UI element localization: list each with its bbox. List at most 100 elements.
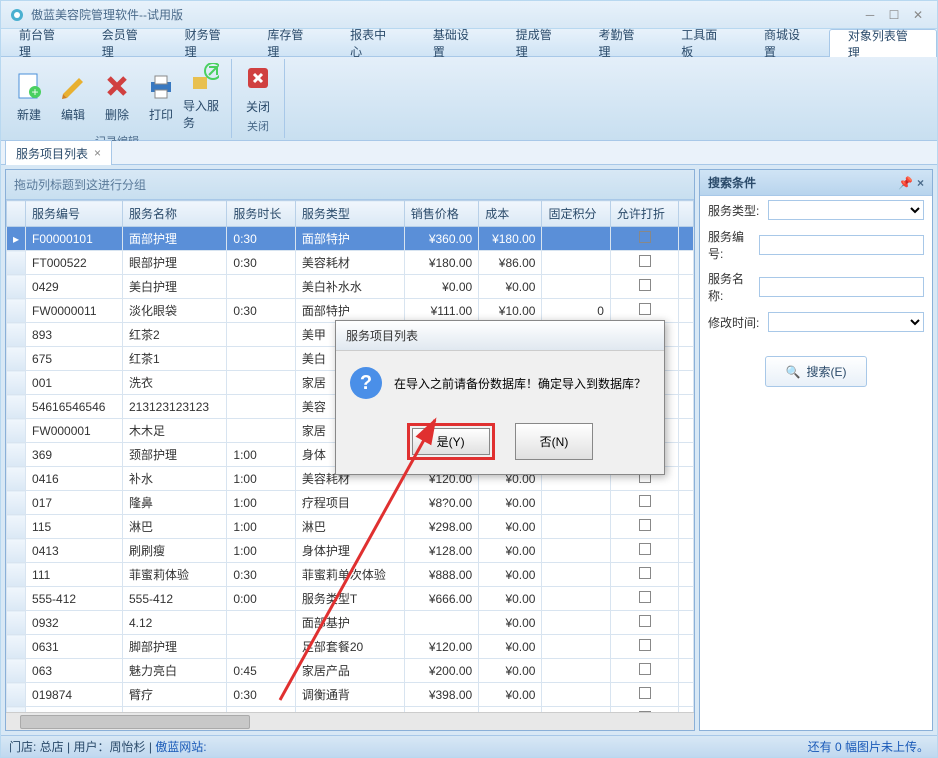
table-row[interactable]: 115淋巴1:00淋巴¥298.00¥0.00 (7, 515, 694, 539)
column-header[interactable]: 允许打折 (610, 201, 678, 227)
table-row[interactable]: 111菲蜜莉体验0:30菲蜜莉单次体验¥888.00¥0.00 (7, 563, 694, 587)
cell: ¥0.00 (479, 515, 542, 539)
checkbox[interactable] (639, 639, 651, 651)
cell: 001 (26, 371, 123, 395)
cell: 足部套餐20 (295, 635, 404, 659)
table-row[interactable]: 555-412555-4120:00服务类型T¥666.00¥0.00 (7, 587, 694, 611)
menu-2[interactable]: 财务管理 (167, 29, 250, 56)
menu-0[interactable]: 前台管理 (1, 29, 84, 56)
field-text[interactable] (759, 277, 924, 297)
row-indicator (7, 443, 26, 467)
cell: 美白补水水 (295, 275, 404, 299)
no-button[interactable]: 否(N) (515, 423, 594, 460)
ribbon-close-button[interactable]: 关闭 (236, 61, 280, 116)
checkbox[interactable] (639, 495, 651, 507)
row-indicator (7, 371, 26, 395)
cell: 555-412 (122, 587, 226, 611)
ribbon-delete-button[interactable]: 删除 (95, 61, 139, 131)
column-header[interactable]: 固定积分 (542, 201, 610, 227)
checkbox[interactable] (639, 567, 651, 579)
ribbon-print-button[interactable]: 打印 (139, 61, 183, 131)
panel-close-icon[interactable]: × (917, 176, 924, 190)
menu-10[interactable]: 对象列表管理 (829, 29, 937, 57)
cell (542, 227, 610, 251)
status-store: 门店: 总店 (9, 740, 64, 754)
status-website-link[interactable]: 傲蓝网站: (155, 740, 206, 754)
table-row[interactable]: FW0000011淡化眼袋0:30面部特护¥111.00¥10.000 (7, 299, 694, 323)
checkbox[interactable] (639, 255, 651, 267)
cell: ¥128.00 (404, 539, 478, 563)
menu-7[interactable]: 考勤管理 (580, 29, 663, 56)
table-row[interactable]: 017隆鼻1:00疗程项目¥8?0.00¥0.00 (7, 491, 694, 515)
cell (610, 659, 678, 683)
row-indicator (7, 659, 26, 683)
ribbon-new-button[interactable]: +新建 (7, 61, 51, 131)
checkbox[interactable] (639, 519, 651, 531)
table-row[interactable]: 0429美白护理美白补水水¥0.00¥0.00 (7, 275, 694, 299)
status-upload-info[interactable]: 还有 0 幅图片未上传。 (808, 738, 929, 755)
column-header[interactable]: 销售价格 (404, 201, 478, 227)
checkbox[interactable] (639, 231, 651, 243)
cell: ¥0.00 (479, 275, 542, 299)
field-select[interactable] (768, 312, 924, 332)
column-header[interactable]: 服务名称 (122, 201, 226, 227)
column-header[interactable]: 服务时长 (227, 201, 295, 227)
ribbon-import-button[interactable]: 导入服务 (183, 61, 227, 131)
menu-8[interactable]: 工具面板 (663, 29, 746, 56)
column-header[interactable]: 服务类型 (295, 201, 404, 227)
menu-4[interactable]: 报表中心 (332, 29, 415, 56)
cell (227, 611, 295, 635)
cell: 213123123123 (122, 395, 226, 419)
menu-1[interactable]: 会员管理 (84, 29, 167, 56)
checkbox[interactable] (639, 615, 651, 627)
field-text[interactable] (759, 235, 924, 255)
checkbox[interactable] (639, 591, 651, 603)
row-indicator (7, 611, 26, 635)
cell: 木木足 (122, 419, 226, 443)
cell: 服务类型T (295, 587, 404, 611)
yes-button[interactable]: 是(Y) (412, 428, 490, 455)
table-row[interactable]: ▸F00000101面部护理0:30面部特护¥360.00¥180.00 (7, 227, 694, 251)
tab-service-list[interactable]: 服务项目列表 × (5, 140, 112, 166)
search-button-label: 搜索(E) (806, 363, 846, 380)
print-icon (145, 70, 177, 102)
cell (610, 635, 678, 659)
table-row[interactable]: 019874臂疗0:30调衡通背¥398.00¥0.00 (7, 683, 694, 707)
checkbox[interactable] (639, 687, 651, 699)
table-row[interactable]: 0413刷刷瘦1:00身体护理¥128.00¥0.00 (7, 539, 694, 563)
table-row[interactable]: FT000522眼部护理0:30美容耗材¥180.00¥86.00 (7, 251, 694, 275)
menu-3[interactable]: 库存管理 (249, 29, 332, 56)
question-icon: ? (350, 367, 382, 399)
cell (227, 323, 295, 347)
minimize-button[interactable]: ─ (859, 6, 881, 24)
cell: 红茶2 (122, 323, 226, 347)
maximize-button[interactable]: ☐ (883, 6, 905, 24)
field-label: 服务类型: (708, 202, 764, 219)
checkbox[interactable] (639, 663, 651, 675)
menu-5[interactable]: 基础设置 (415, 29, 498, 56)
search-button[interactable]: 🔍 搜索(E) (765, 356, 868, 387)
pin-icon[interactable]: 📌 (898, 176, 913, 190)
row-indicator (7, 563, 26, 587)
menu-9[interactable]: 商城设置 (746, 29, 829, 56)
scrollbar-thumb[interactable] (20, 715, 250, 729)
checkbox[interactable] (639, 279, 651, 291)
field-select[interactable] (768, 200, 924, 220)
tab-close-icon[interactable]: × (94, 146, 101, 160)
table-row[interactable]: 09324.12面部基护¥0.00 (7, 611, 694, 635)
cell: 893 (26, 323, 123, 347)
checkbox[interactable] (639, 303, 651, 315)
cell (610, 611, 678, 635)
ribbon-edit-button[interactable]: 编辑 (51, 61, 95, 131)
cell: 1:00 (227, 467, 295, 491)
checkbox[interactable] (639, 543, 651, 555)
cell: 675 (26, 347, 123, 371)
table-row[interactable]: 0631脚部护理足部套餐20¥120.00¥0.00 (7, 635, 694, 659)
form-row: 修改时间: (700, 308, 932, 336)
column-header[interactable]: 服务编号 (26, 201, 123, 227)
column-header[interactable]: 成本 (479, 201, 542, 227)
menu-6[interactable]: 提成管理 (498, 29, 581, 56)
close-window-button[interactable]: ✕ (907, 6, 929, 24)
horizontal-scrollbar[interactable] (6, 712, 694, 730)
table-row[interactable]: 063魅力亮白0:45家居产品¥200.00¥0.00 (7, 659, 694, 683)
